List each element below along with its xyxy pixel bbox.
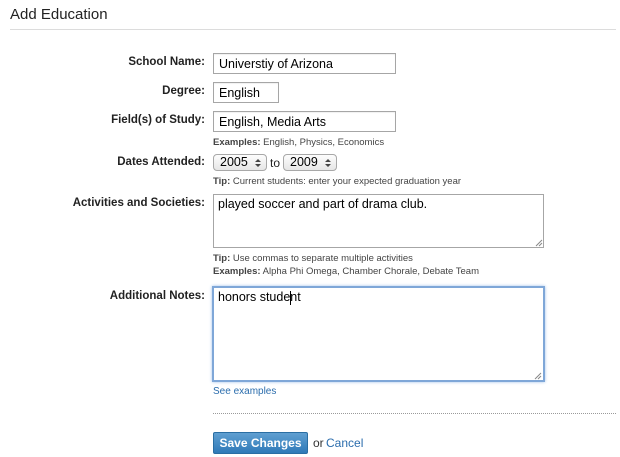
dates-attended-label: Dates Attended:	[117, 156, 205, 168]
see-examples-link[interactable]: See examples	[213, 386, 276, 397]
dates-tip-hint: Tip: Current students: enter your expect…	[213, 176, 461, 187]
activities-examples-text: Alpha Phi Omega, Chamber Chorale, Debate…	[262, 266, 479, 277]
resize-grip-icon[interactable]	[534, 238, 543, 247]
school-name-input[interactable]	[213, 53, 396, 74]
activities-examples-label: Examples:	[213, 266, 261, 277]
degree-input[interactable]	[213, 82, 279, 103]
activities-tip-label: Tip:	[213, 253, 231, 264]
notes-textarea[interactable]: honors student	[212, 286, 545, 382]
actions-divider	[213, 413, 616, 414]
field-examples-label: Examples:	[213, 137, 261, 148]
notes-label: Additional Notes:	[109, 290, 205, 302]
activities-examples-hint: Examples: Alpha Phi Omega, Chamber Chora…	[213, 266, 479, 277]
page-title: Add Education	[10, 6, 108, 23]
field-of-study-input[interactable]	[213, 111, 396, 132]
title-divider	[10, 29, 616, 30]
start-year-select[interactable]: 2005	[213, 154, 267, 171]
dates-tip-text: Current students: enter your expected gr…	[232, 176, 462, 187]
end-year-select[interactable]: 2009	[283, 154, 337, 171]
activities-tip-hint: Tip: Use commas to separate multiple act…	[213, 253, 413, 264]
degree-label: Degree:	[162, 85, 205, 97]
activities-tip-text: Use commas to separate multiple activiti…	[232, 253, 413, 264]
or-text: or	[313, 436, 324, 450]
cancel-link[interactable]: Cancel	[326, 436, 363, 450]
end-year-value: 2009	[290, 155, 318, 169]
select-arrows-icon	[255, 159, 261, 167]
field-examples-hint: Examples: English, Physics, Economics	[213, 137, 384, 148]
start-year-value: 2005	[220, 155, 248, 169]
field-of-study-label: Field(s) of Study:	[111, 114, 205, 126]
school-name-label: School Name:	[128, 56, 205, 68]
text-cursor	[290, 291, 291, 305]
dates-tip-label: Tip:	[213, 176, 231, 187]
activities-label: Activities and Societies:	[72, 197, 205, 209]
save-changes-button[interactable]: Save Changes	[213, 432, 308, 454]
select-arrows-icon	[325, 159, 331, 167]
to-separator: to	[270, 156, 281, 170]
activities-textarea[interactable]: played soccer and part of drama club.	[213, 194, 544, 248]
field-examples-text: English, Physics, Economics	[263, 137, 385, 148]
resize-grip-icon[interactable]	[533, 371, 542, 380]
